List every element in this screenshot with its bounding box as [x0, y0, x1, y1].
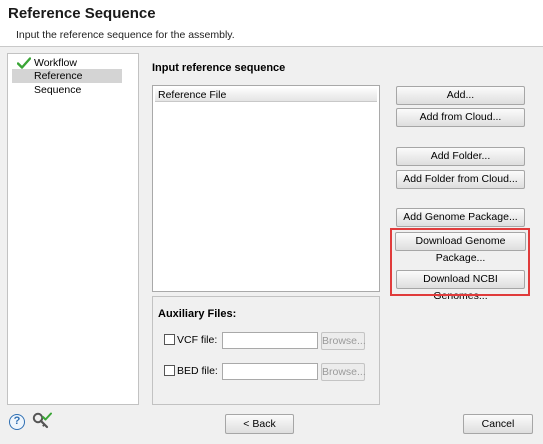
back-button[interactable]: < Back	[225, 414, 294, 434]
nav-item-workflow[interactable]: Workflow	[12, 56, 81, 70]
bed-browse-button[interactable]: Browse...	[321, 363, 366, 381]
add-genome-package-button[interactable]: Add Genome Package...	[396, 208, 525, 227]
checkmark-icon	[17, 57, 31, 69]
section-title: Input reference sequence	[152, 62, 286, 74]
nav-item-label: Workflow	[34, 57, 77, 69]
page-subtitle: Input the reference sequence for the ass…	[16, 29, 235, 41]
vcf-checkbox[interactable]	[164, 334, 175, 345]
dialog-header: Reference Sequence Input the reference s…	[0, 0, 543, 47]
vcf-browse-button[interactable]: Browse...	[321, 332, 366, 350]
bed-checkbox[interactable]	[164, 365, 175, 376]
auxiliary-files-group: Auxiliary Files: VCF file: Browse... BED…	[152, 296, 380, 405]
cancel-button[interactable]: Cancel	[463, 414, 533, 434]
add-folder-button[interactable]: Add Folder...	[396, 147, 525, 166]
workflow-nav: Workflow Reference Sequence	[7, 53, 139, 405]
page-title: Reference Sequence	[8, 5, 156, 22]
bed-file-field[interactable]	[222, 363, 318, 380]
bed-label: BED file:	[177, 365, 218, 377]
nav-item-label: Reference Sequence	[34, 70, 83, 96]
add-folder-from-cloud-button[interactable]: Add Folder from Cloud...	[396, 170, 525, 189]
bed-checkbox-row[interactable]: BED file:	[164, 363, 218, 379]
auxiliary-files-title: Auxiliary Files:	[158, 308, 237, 320]
add-button[interactable]: Add...	[396, 86, 525, 105]
highlight-box	[390, 228, 530, 296]
vcf-checkbox-row[interactable]: VCF file:	[164, 332, 217, 348]
nav-item-reference-sequence[interactable]: Reference Sequence	[12, 69, 122, 96]
column-header-reference-file[interactable]: Reference File	[155, 88, 377, 102]
add-from-cloud-button[interactable]: Add from Cloud...	[396, 108, 525, 127]
key-check-icon[interactable]	[32, 412, 52, 430]
help-icon[interactable]: ?	[9, 414, 25, 430]
vcf-file-field[interactable]	[222, 332, 318, 349]
vcf-label: VCF file:	[177, 334, 218, 346]
reference-file-list[interactable]: Reference File	[152, 85, 380, 292]
